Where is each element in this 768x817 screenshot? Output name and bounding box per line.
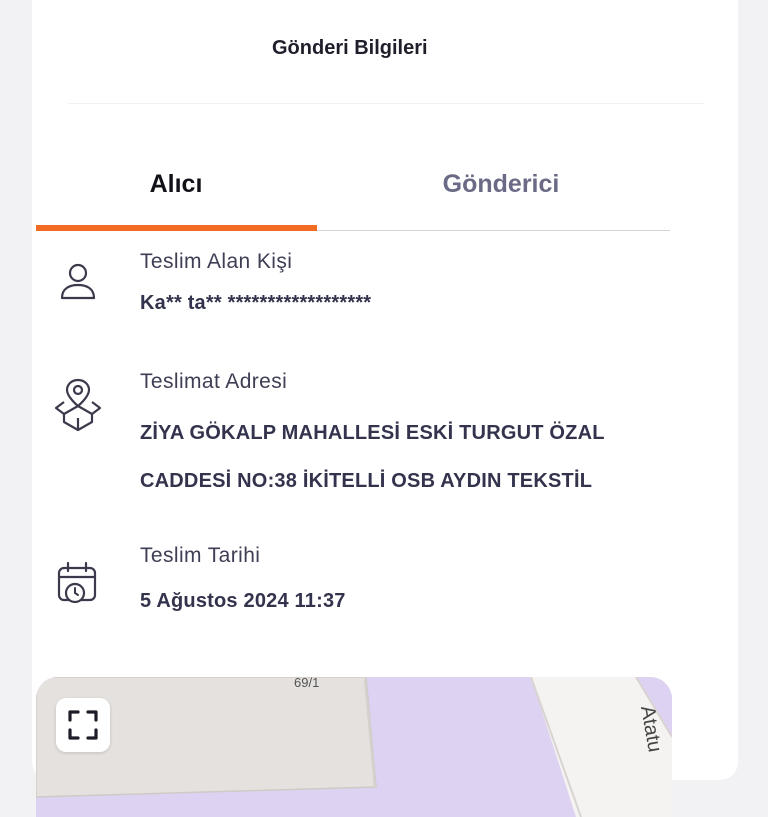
active-tab-indicator xyxy=(36,225,317,231)
tab-alici[interactable]: Alıcı xyxy=(36,140,316,228)
address-label: Teslimat Adresi xyxy=(140,370,288,393)
tab-bar: Alıcı Gönderici xyxy=(36,140,670,232)
page-title: Gönderi Bilgileri xyxy=(272,37,428,59)
expand-icon xyxy=(68,710,98,740)
info-row-recipient-person: Teslim Alan Kişi Ka** ta** *************… xyxy=(36,248,676,328)
map-expand-button[interactable] xyxy=(56,698,110,752)
date-value: 5 Ağustos 2024 11:37 xyxy=(140,590,346,612)
building-number-label: 69/1 xyxy=(294,677,319,690)
date-label: Teslim Tarihi xyxy=(140,544,261,567)
user-icon xyxy=(60,263,96,300)
tab-gonderici[interactable]: Gönderici xyxy=(351,140,651,228)
header-divider xyxy=(68,103,704,104)
info-row-delivery-date: Teslim Tarihi 5 Ağustos 2024 11:37 xyxy=(36,544,676,624)
person-value: Ka** ta** ****************** xyxy=(140,292,372,314)
delivery-map[interactable]: 69/1 Atatu xyxy=(36,677,672,817)
address-line-1: ZİYA GÖKALP MAHALLESİ ESKİ TURGUT ÖZAL xyxy=(140,422,605,444)
info-row-delivery-address: Teslimat Adresi ZİYA GÖKALP MAHALLESİ ES… xyxy=(36,368,676,508)
calendar-clock-icon xyxy=(57,561,97,604)
map-tiles: 69/1 Atatu xyxy=(36,677,672,817)
address-line-2: CADDESİ NO:38 İKİTELLİ OSB AYDIN TEKSTİL xyxy=(140,470,593,492)
map-box-icon xyxy=(54,378,102,432)
person-label: Teslim Alan Kişi xyxy=(140,250,293,273)
